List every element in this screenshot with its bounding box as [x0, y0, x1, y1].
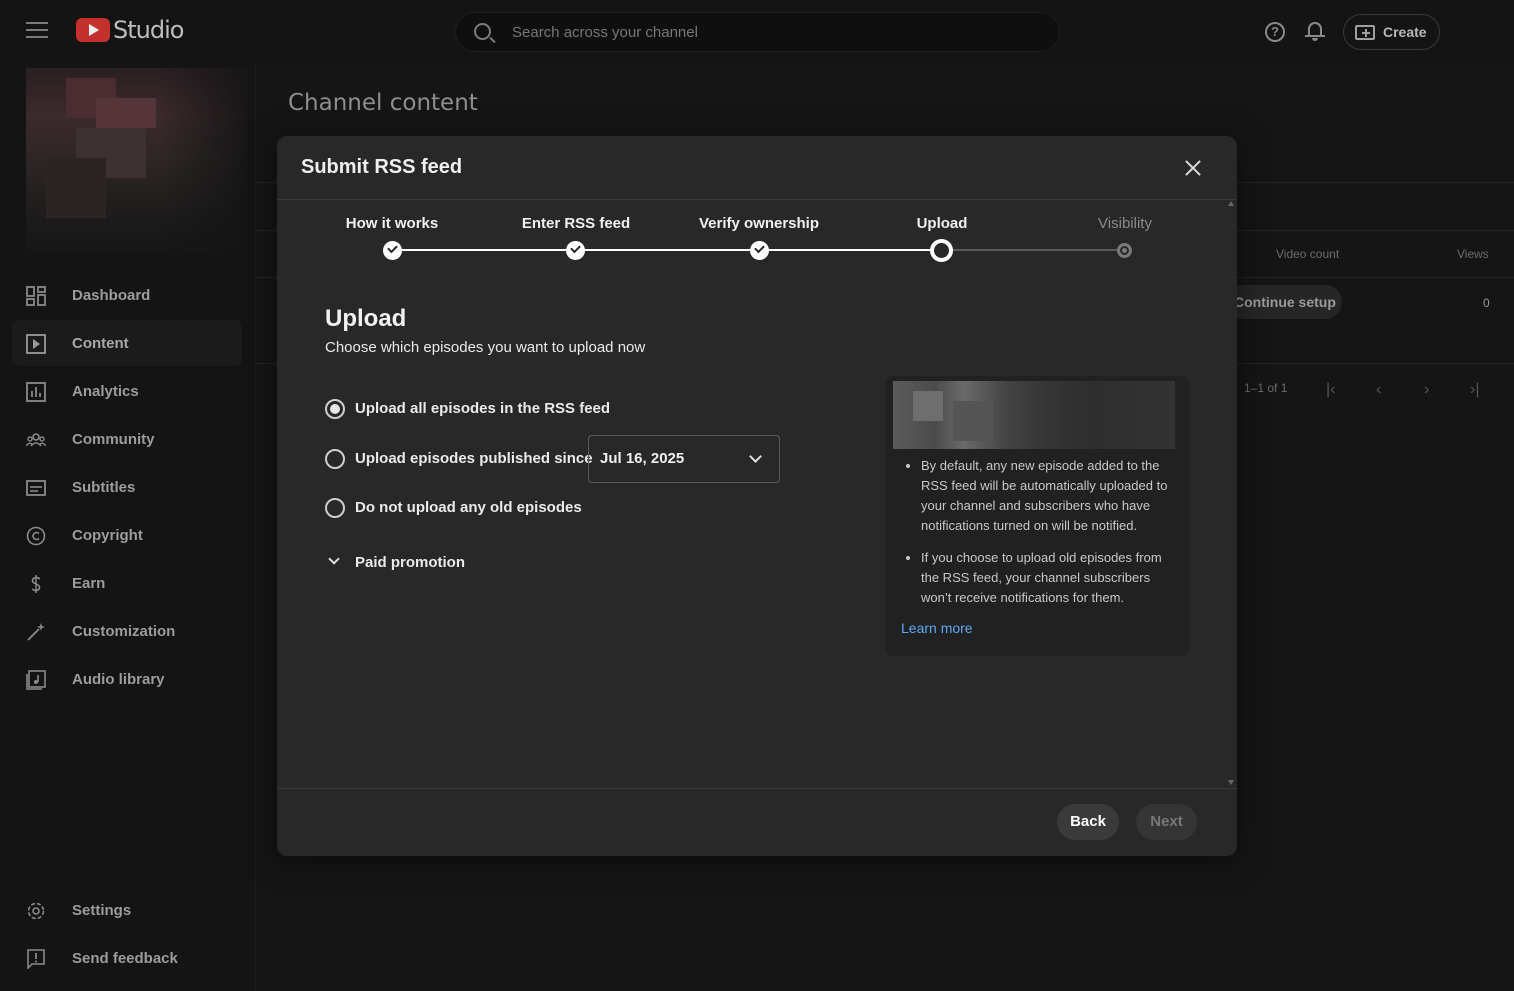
info-bullet: If you choose to upload old episodes fro…: [921, 548, 1173, 608]
prev-page-icon[interactable]: ‹: [1376, 381, 1381, 399]
step-how-it-works-label: How it works: [345, 215, 439, 232]
feedback-icon: [26, 949, 46, 970]
top-bar: Studio ? Create: [0, 0, 1514, 64]
sidebar-item-label: Content: [72, 335, 129, 352]
community-icon: [25, 430, 47, 450]
close-icon[interactable]: [1182, 157, 1204, 179]
dialog-title: Submit RSS feed: [301, 156, 463, 178]
studio-logo[interactable]: Studio: [76, 16, 184, 44]
section-title: Upload: [325, 305, 407, 332]
radio-upload-all-label[interactable]: Upload all episodes in the RSS feed: [355, 400, 610, 417]
last-page-icon[interactable]: ›|: [1470, 381, 1479, 399]
sidebar-item-analytics[interactable]: Analytics: [12, 368, 242, 414]
search-bar: [455, 12, 1060, 52]
step-current-indicator: [930, 239, 953, 262]
customization-icon: [26, 622, 46, 642]
search-input[interactable]: [512, 21, 1032, 43]
divider: [277, 788, 1237, 789]
sidebar-item-customization[interactable]: Customization: [12, 608, 242, 654]
step-verify-ownership-label: Verify ownership: [698, 215, 820, 232]
earn-icon: [26, 574, 46, 594]
step-upload-label: Upload: [916, 215, 968, 232]
create-label: Create: [1383, 24, 1427, 40]
continue-setup-button[interactable]: Continue setup: [1222, 285, 1342, 319]
stepper-remaining-line: [942, 249, 1125, 251]
pagination-text: 1–1 of 1: [1244, 381, 1288, 395]
divider: [277, 199, 1237, 200]
analytics-icon: [26, 382, 46, 402]
info-bullet: By default, any new episode added to the…: [921, 456, 1173, 536]
logo-text: Studio: [113, 16, 184, 44]
step-visibility-label: Visibility: [1098, 215, 1152, 232]
chevron-down-icon: [749, 450, 762, 463]
sidebar-item-community[interactable]: Community: [12, 416, 242, 462]
info-card: By default, any new episode added to the…: [885, 376, 1189, 656]
create-video-icon: [1355, 24, 1375, 40]
notifications-bell-icon[interactable]: [1305, 20, 1325, 42]
sidebar-item-label: Settings: [72, 902, 132, 919]
sidebar-item-label: Community: [72, 431, 155, 448]
stepper-progress-line: [393, 249, 942, 251]
create-button[interactable]: Create: [1343, 14, 1440, 50]
step-todo-indicator: [1117, 243, 1132, 258]
sidebar-item-label: Audio library: [72, 671, 165, 688]
sidebar: Dashboard Content Analytics Community Su…: [0, 64, 256, 991]
submit-rss-feed-dialog: Submit RSS feed How it works Enter RSS f…: [277, 136, 1237, 856]
radio-no-old-episodes-label[interactable]: Do not upload any old episodes: [355, 499, 582, 516]
sidebar-item-audio-library[interactable]: Audio library: [12, 656, 242, 702]
step-enter-rss-feed-label: Enter RSS feed: [521, 215, 631, 232]
dashboard-icon: [26, 286, 46, 306]
sidebar-item-dashboard[interactable]: Dashboard: [12, 272, 242, 318]
radio-upload-since-label[interactable]: Upload episodes published since: [355, 450, 593, 467]
radio-upload-all[interactable]: [325, 399, 345, 419]
first-page-icon[interactable]: |‹: [1326, 381, 1335, 399]
paid-promotion-chevron-icon[interactable]: [328, 553, 340, 565]
paid-promotion-toggle[interactable]: Paid promotion: [355, 554, 465, 571]
sidebar-item-send-feedback[interactable]: Send feedback: [12, 935, 242, 981]
date-dropdown[interactable]: Jul 16, 2025: [588, 435, 780, 483]
gear-icon: [26, 901, 46, 921]
scroll-down-arrow-icon[interactable]: [1228, 780, 1234, 785]
sidebar-item-label: Customization: [72, 623, 176, 640]
search-icon[interactable]: [474, 23, 491, 40]
sidebar-item-copyright[interactable]: Copyright: [12, 512, 242, 558]
sidebar-item-label: Copyright: [72, 527, 143, 544]
sidebar-item-label: Dashboard: [72, 287, 151, 304]
step-done-check-icon: [566, 241, 585, 260]
sidebar-item-settings[interactable]: Settings: [12, 887, 242, 933]
sidebar-item-subtitles[interactable]: Subtitles: [12, 464, 242, 510]
radio-upload-since[interactable]: [325, 449, 345, 469]
scroll-up-arrow-icon[interactable]: [1228, 201, 1234, 206]
content-icon: [26, 334, 46, 354]
page-title: Channel content: [288, 90, 478, 116]
info-list: By default, any new episode added to the…: [921, 456, 1173, 620]
section-subtitle: Choose which episodes you want to upload…: [325, 339, 646, 356]
step-done-check-icon: [750, 241, 769, 260]
channel-avatar[interactable]: [26, 68, 248, 254]
column-header-video-count[interactable]: Video count: [1276, 247, 1339, 261]
copyright-icon: [26, 526, 46, 546]
info-illustration: [893, 381, 1175, 449]
help-icon[interactable]: ?: [1265, 22, 1285, 42]
column-header-views[interactable]: Views: [1457, 247, 1489, 261]
sidebar-item-label: Earn: [72, 575, 106, 592]
radio-no-old-episodes[interactable]: [325, 498, 345, 518]
sidebar-item-label: Analytics: [72, 383, 139, 400]
step-done-check-icon: [383, 241, 402, 260]
next-button[interactable]: Next: [1136, 804, 1197, 840]
sidebar-item-label: Send feedback: [72, 950, 178, 967]
views-value: 0: [1483, 296, 1490, 310]
audio-library-icon: [26, 670, 46, 690]
subtitles-icon: [26, 478, 46, 498]
youtube-logo-icon: [76, 18, 110, 42]
sidebar-item-label: Subtitles: [72, 479, 136, 496]
sidebar-item-content[interactable]: Content: [12, 320, 242, 366]
menu-icon[interactable]: [26, 22, 48, 40]
back-button[interactable]: Back: [1057, 804, 1119, 840]
sidebar-item-earn[interactable]: Earn: [12, 560, 242, 606]
next-page-icon[interactable]: ›: [1424, 381, 1429, 399]
learn-more-link[interactable]: Learn more: [901, 620, 973, 636]
date-value: Jul 16, 2025: [600, 450, 685, 467]
